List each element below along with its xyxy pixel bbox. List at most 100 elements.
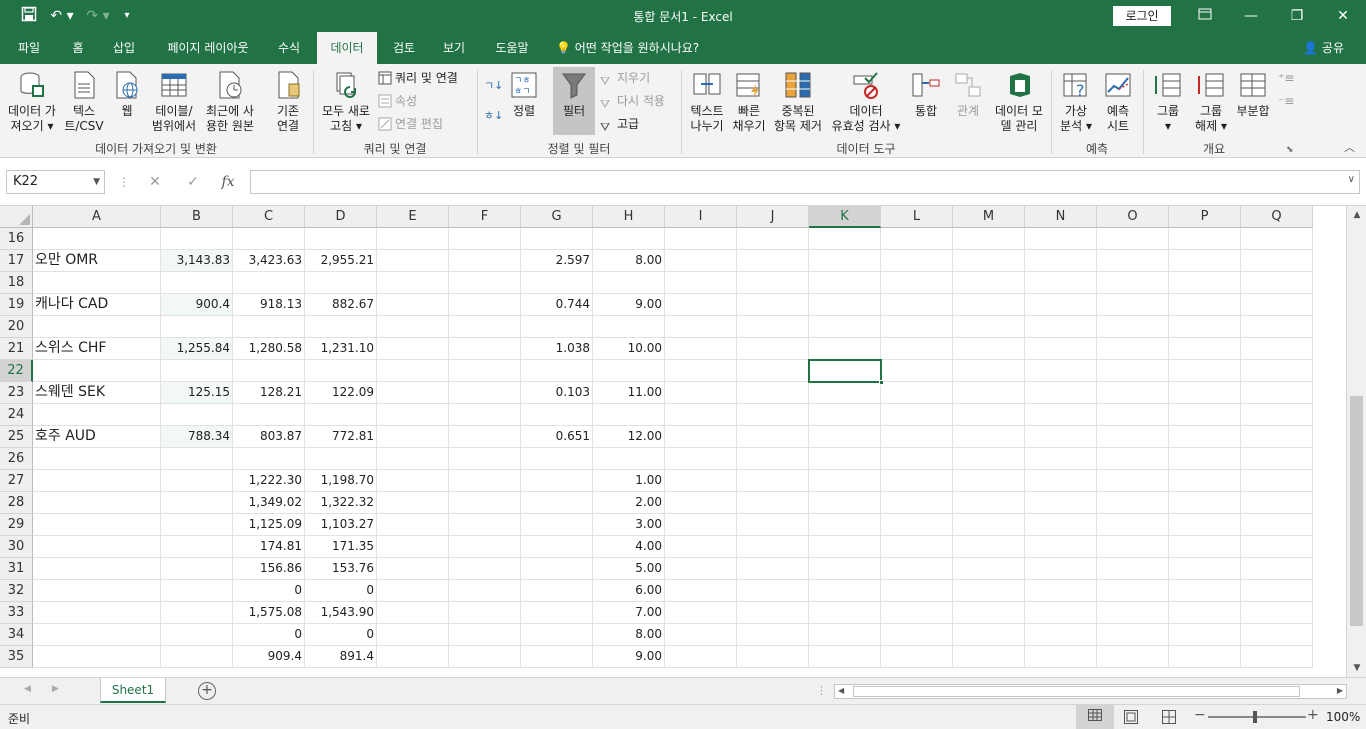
cell-i25[interactable] [665, 426, 737, 448]
cell-f28[interactable] [449, 492, 521, 514]
cell-i32[interactable] [665, 580, 737, 602]
cell-j22[interactable] [737, 360, 809, 382]
cell-b27[interactable] [161, 470, 233, 492]
cell-n33[interactable] [1025, 602, 1097, 624]
insert-function-button[interactable]: fx [216, 172, 240, 192]
cell-a33[interactable] [33, 602, 161, 624]
cell-a25[interactable]: 호주 AUD [33, 426, 161, 448]
zoom-level[interactable]: 100% [1326, 710, 1360, 724]
cell-n35[interactable] [1025, 646, 1097, 668]
cell-a21[interactable]: 스위스 CHF [33, 338, 161, 360]
row-header-30[interactable]: 30 [0, 536, 33, 558]
cell-g27[interactable] [521, 470, 593, 492]
normal-view-button[interactable] [1076, 705, 1114, 729]
cell-p29[interactable] [1169, 514, 1241, 536]
cell-m34[interactable] [953, 624, 1025, 646]
cell-p24[interactable] [1169, 404, 1241, 426]
cell-e28[interactable] [377, 492, 449, 514]
cell-h30[interactable]: 4.00 [593, 536, 665, 558]
cell-h31[interactable]: 5.00 [593, 558, 665, 580]
cell-p34[interactable] [1169, 624, 1241, 646]
cell-n34[interactable] [1025, 624, 1097, 646]
cell-n26[interactable] [1025, 448, 1097, 470]
cell-o21[interactable] [1097, 338, 1169, 360]
cell-b24[interactable] [161, 404, 233, 426]
cell-a31[interactable] [33, 558, 161, 580]
cell-o34[interactable] [1097, 624, 1169, 646]
cell-n27[interactable] [1025, 470, 1097, 492]
column-header-n[interactable]: N [1025, 206, 1097, 228]
prev-sheet-arrow-icon[interactable]: ◀ [24, 684, 31, 694]
cell-o27[interactable] [1097, 470, 1169, 492]
cell-i18[interactable] [665, 272, 737, 294]
cell-d26[interactable] [305, 448, 377, 470]
cell-i33[interactable] [665, 602, 737, 624]
cell-a35[interactable] [33, 646, 161, 668]
cell-q25[interactable] [1241, 426, 1313, 448]
cell-p20[interactable] [1169, 316, 1241, 338]
cancel-entry-button[interactable]: ✕ [143, 172, 167, 192]
cell-l20[interactable] [881, 316, 953, 338]
row-header-26[interactable]: 26 [0, 448, 33, 470]
cell-f20[interactable] [449, 316, 521, 338]
cell-f18[interactable] [449, 272, 521, 294]
cell-e19[interactable] [377, 294, 449, 316]
collapse-ribbon-icon[interactable]: ︿ [1344, 138, 1355, 158]
fill-handle[interactable] [879, 380, 884, 385]
cell-c28[interactable]: 1,349.02 [233, 492, 305, 514]
cell-n29[interactable] [1025, 514, 1097, 536]
cell-b34[interactable] [161, 624, 233, 646]
cell-o31[interactable] [1097, 558, 1169, 580]
cell-i29[interactable] [665, 514, 737, 536]
cell-j34[interactable] [737, 624, 809, 646]
tab-help[interactable]: 도움말 [484, 32, 540, 64]
cell-h34[interactable]: 8.00 [593, 624, 665, 646]
cell-h20[interactable] [593, 316, 665, 338]
cell-j35[interactable] [737, 646, 809, 668]
cell-b17[interactable]: 3,143.83 [161, 250, 233, 272]
cell-a24[interactable] [33, 404, 161, 426]
zoom-out-button[interactable]: − [1194, 707, 1206, 723]
column-header-e[interactable]: E [377, 206, 449, 228]
cell-m16[interactable] [953, 228, 1025, 250]
cell-n28[interactable] [1025, 492, 1097, 514]
cell-o19[interactable] [1097, 294, 1169, 316]
cell-f22[interactable] [449, 360, 521, 382]
cell-g23[interactable]: 0.103 [521, 382, 593, 404]
cell-m33[interactable] [953, 602, 1025, 624]
cell-j20[interactable] [737, 316, 809, 338]
cell-j30[interactable] [737, 536, 809, 558]
get-data-button[interactable]: 데이터 가 져오기 ▾ [2, 70, 62, 134]
cell-g21[interactable]: 1.038 [521, 338, 593, 360]
cell-d28[interactable]: 1,322.32 [305, 492, 377, 514]
cell-o29[interactable] [1097, 514, 1169, 536]
cell-h16[interactable] [593, 228, 665, 250]
cell-l18[interactable] [881, 272, 953, 294]
cell-d35[interactable]: 891.4 [305, 646, 377, 668]
cell-g33[interactable] [521, 602, 593, 624]
column-header-q[interactable]: Q [1241, 206, 1313, 228]
cell-j31[interactable] [737, 558, 809, 580]
cell-p22[interactable] [1169, 360, 1241, 382]
cell-q23[interactable] [1241, 382, 1313, 404]
cell-n20[interactable] [1025, 316, 1097, 338]
cell-i35[interactable] [665, 646, 737, 668]
cell-i17[interactable] [665, 250, 737, 272]
cell-q21[interactable] [1241, 338, 1313, 360]
cell-o30[interactable] [1097, 536, 1169, 558]
cell-e21[interactable] [377, 338, 449, 360]
cell-e33[interactable] [377, 602, 449, 624]
cell-f23[interactable] [449, 382, 521, 404]
cell-i30[interactable] [665, 536, 737, 558]
cell-g16[interactable] [521, 228, 593, 250]
cell-q32[interactable] [1241, 580, 1313, 602]
cell-g22[interactable] [521, 360, 593, 382]
cell-p30[interactable] [1169, 536, 1241, 558]
cell-j25[interactable] [737, 426, 809, 448]
cell-k34[interactable] [809, 624, 881, 646]
cell-k21[interactable] [809, 338, 881, 360]
column-header-m[interactable]: M [953, 206, 1025, 228]
cell-h18[interactable] [593, 272, 665, 294]
cell-p21[interactable] [1169, 338, 1241, 360]
cell-o24[interactable] [1097, 404, 1169, 426]
